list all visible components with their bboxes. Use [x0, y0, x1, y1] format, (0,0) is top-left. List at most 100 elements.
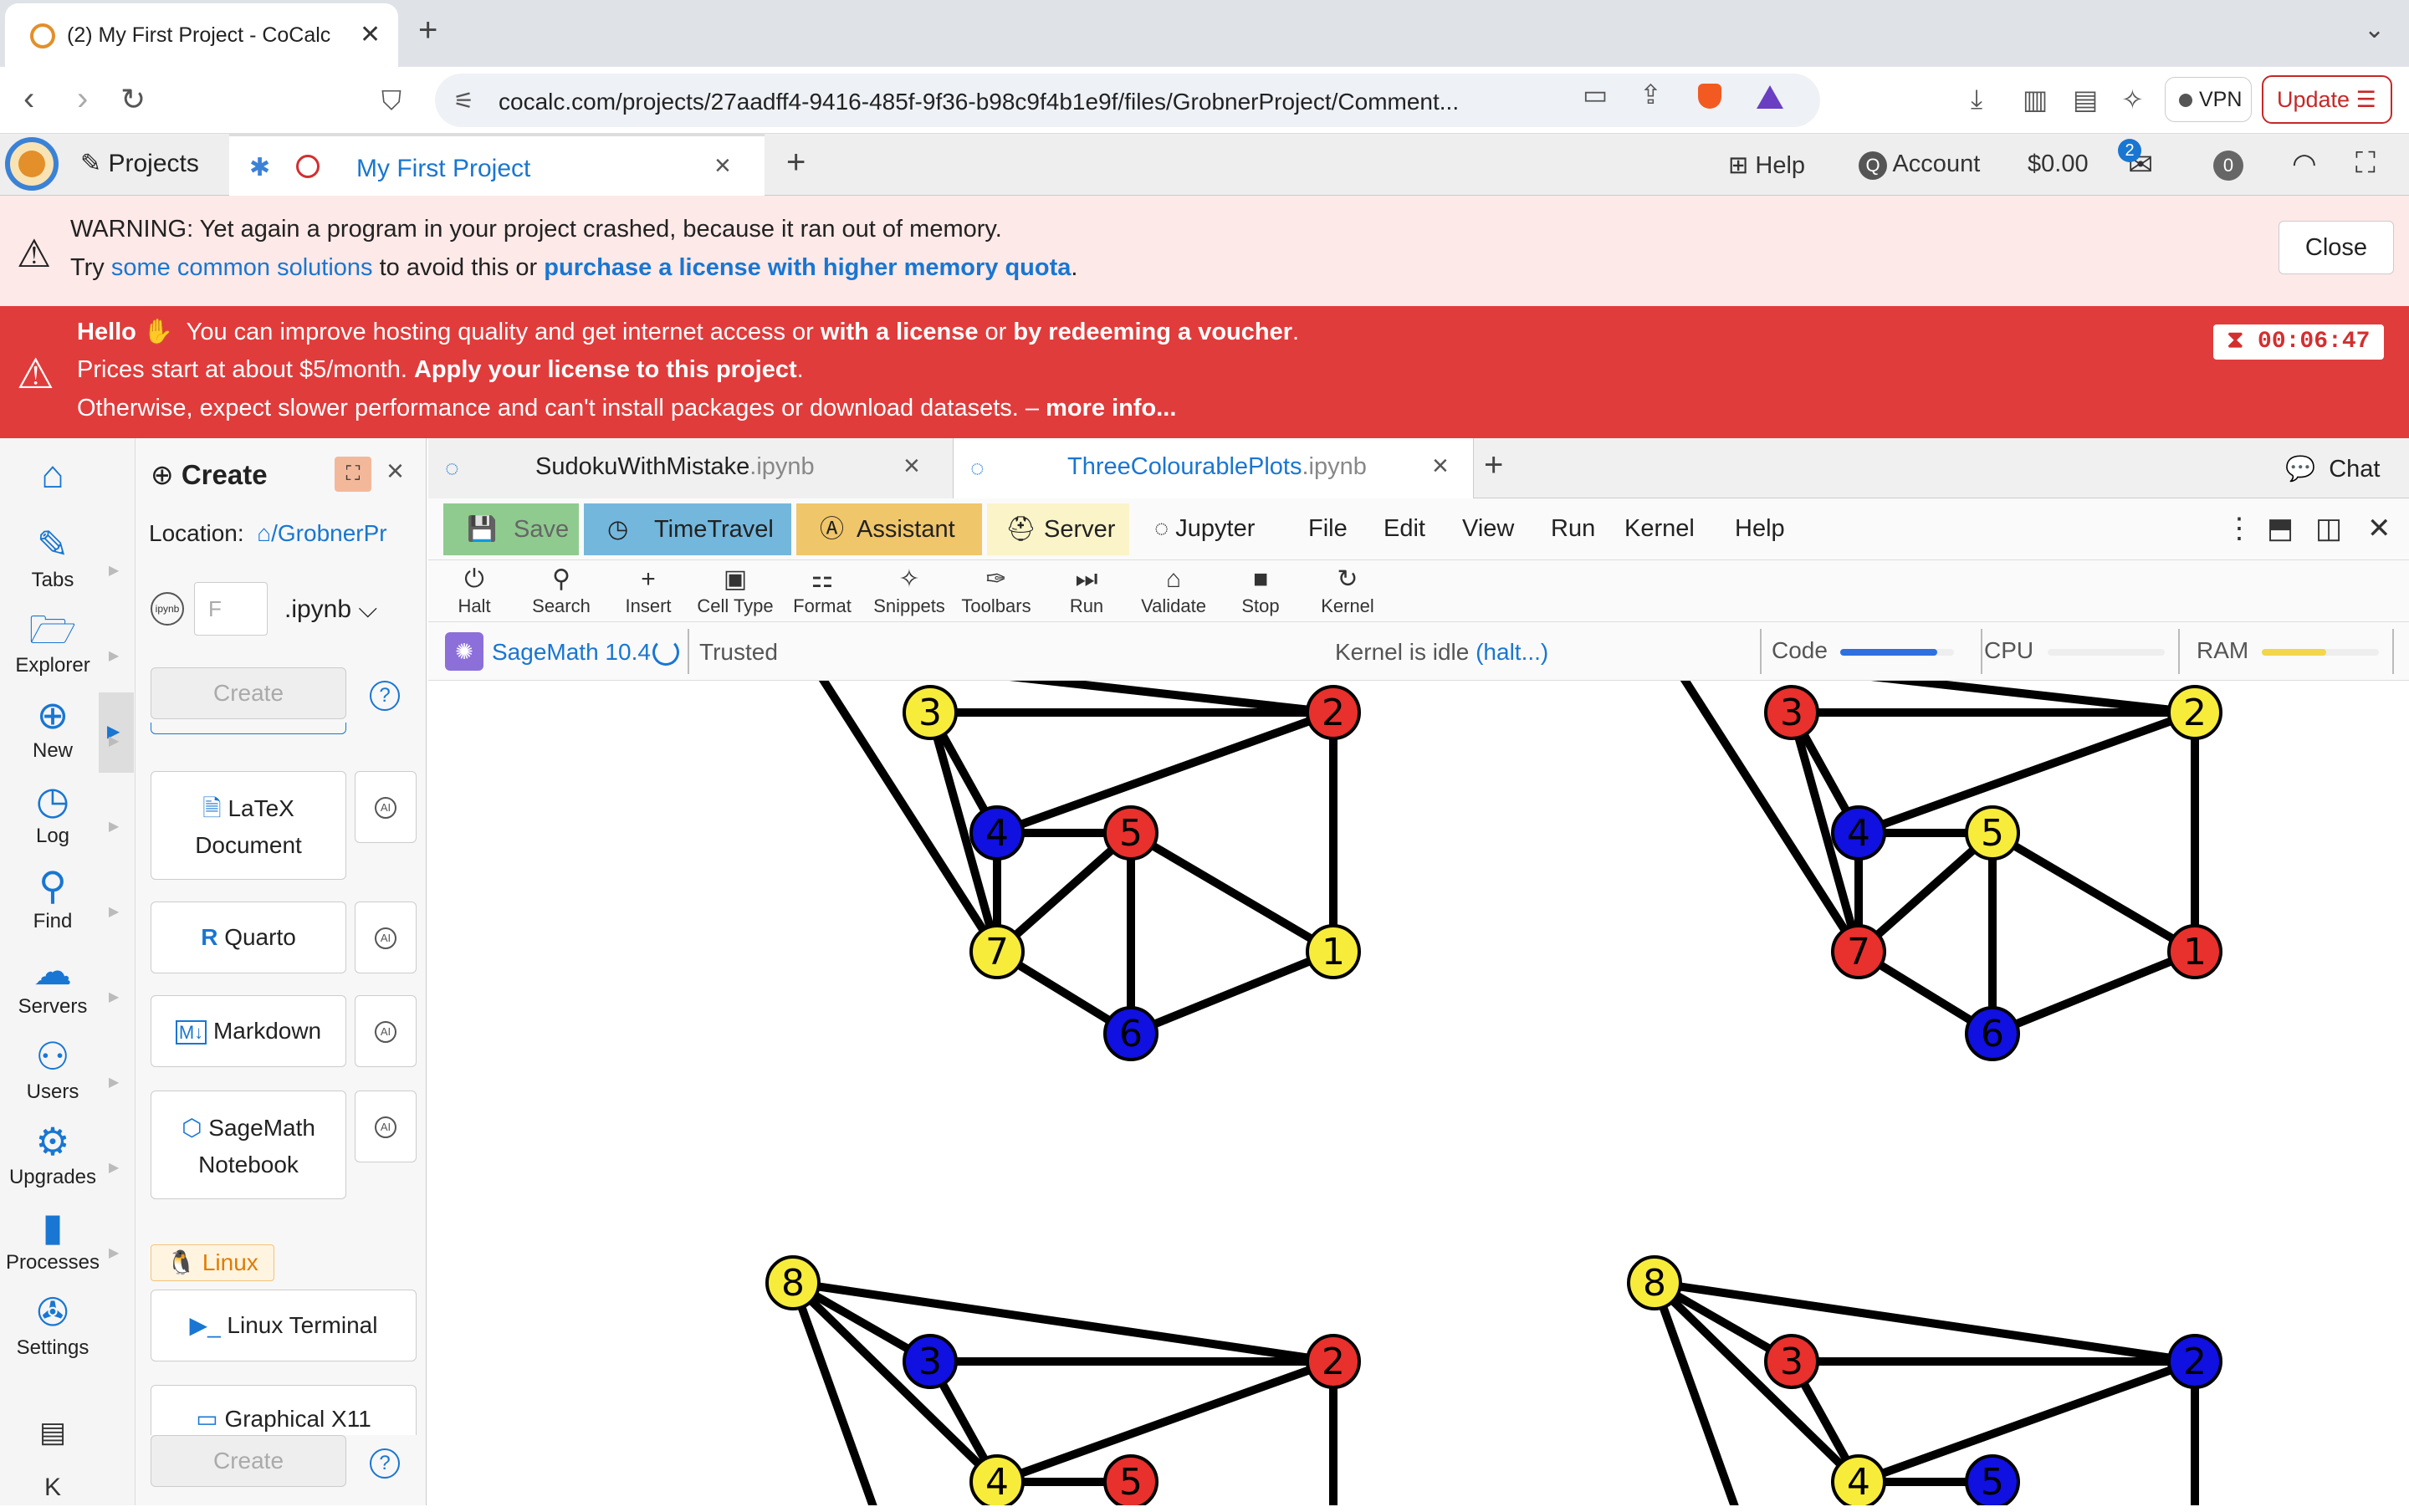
- help-icon[interactable]: ?: [370, 1448, 400, 1479]
- reload-icon[interactable]: ↻: [120, 82, 146, 117]
- save-button[interactable]: 💾 Save: [443, 503, 579, 555]
- close-button[interactable]: Close: [2279, 221, 2394, 274]
- rail-expand-arrow-icon[interactable]: ▶: [109, 562, 119, 579]
- chat-button[interactable]: 💬 Chat: [2285, 455, 2381, 483]
- wallet-icon[interactable]: ▤: [2073, 84, 2098, 115]
- layout-toggle[interactable]: ▤: [0, 1408, 105, 1457]
- create-button[interactable]: Create: [151, 667, 346, 719]
- rail-item-find[interactable]: ⚲ Find: [0, 861, 105, 933]
- back-icon[interactable]: ‹: [23, 80, 34, 118]
- extension-select[interactable]: .ipynb ⌵: [284, 595, 377, 624]
- close-panel-icon[interactable]: ×: [386, 453, 404, 488]
- zero-badge[interactable]: 0: [2213, 151, 2243, 181]
- redeem-voucher-link[interactable]: by redeeming a voucher: [1013, 319, 1292, 345]
- split-horizontal-icon[interactable]: ⬒: [2267, 512, 2294, 545]
- markdown-button[interactable]: M↓ Markdown: [151, 995, 346, 1067]
- stop-tool-button[interactable]: ■ Stop: [1215, 564, 1307, 617]
- chevron-down-icon[interactable]: ⌄: [2364, 15, 2385, 44]
- quarto-button[interactable]: R Quarto: [151, 902, 346, 973]
- close-tab-icon[interactable]: ×: [1432, 450, 1449, 483]
- rail-item-new[interactable]: ⊕ New: [0, 691, 105, 763]
- file-tab-threecolourable[interactable]: ◌ ThreeColourablePlots.ipynb ×: [954, 438, 1474, 498]
- share-icon[interactable]: ⇪: [1639, 79, 1662, 110]
- kernel-name[interactable]: SageMath 10.4: [492, 639, 651, 666]
- search-tool-button[interactable]: ⚲ Search: [515, 564, 607, 617]
- new-tab-icon[interactable]: +: [418, 12, 437, 49]
- close-frame-icon[interactable]: ✕: [2367, 512, 2391, 545]
- rail-expand-arrow-icon[interactable]: ▶: [109, 733, 119, 749]
- help-icon[interactable]: ?: [370, 681, 400, 711]
- common-solutions-link[interactable]: some common solutions: [111, 254, 373, 281]
- filename-input[interactable]: F: [194, 582, 268, 636]
- linux-terminal-button[interactable]: ▶_ Linux Terminal: [151, 1290, 417, 1361]
- purchase-license-link[interactable]: purchase a license with higher memory qu…: [544, 254, 1071, 281]
- halt-link[interactable]: (halt...): [1476, 639, 1548, 665]
- add-project-tab-icon[interactable]: +: [786, 144, 806, 181]
- collapse-sidebar[interactable]: K: [0, 1463, 105, 1512]
- help-menu[interactable]: Help: [1735, 515, 1785, 543]
- toolbars-tool-button[interactable]: ✑ Toolbars: [950, 564, 1042, 617]
- browser-tab[interactable]: (2) My First Project - CoCalc ✕: [5, 3, 398, 67]
- site-info-icon[interactable]: ⚟: [453, 87, 474, 115]
- download-icon[interactable]: ⤓: [1971, 84, 1982, 115]
- close-project-icon[interactable]: ×: [714, 150, 731, 182]
- more-vertical-icon[interactable]: ⋮: [2225, 512, 2253, 545]
- rail-item-tabs[interactable]: ✎ Tabs: [0, 520, 105, 592]
- server-button[interactable]: ⛑ Server: [987, 503, 1129, 555]
- more-info-link[interactable]: more info...: [1046, 395, 1176, 421]
- trusted-status[interactable]: Trusted: [699, 639, 778, 666]
- project-tab[interactable]: ✱ My First Project ×: [229, 134, 765, 196]
- rail-expand-arrow-icon[interactable]: ▶: [109, 988, 119, 1005]
- brave-rewards-icon[interactable]: [1757, 85, 1783, 109]
- with-license-link[interactable]: with a license: [821, 319, 979, 345]
- insert-tool-button[interactable]: + Insert: [602, 564, 694, 617]
- run-tool-button[interactable]: ⏭ Run: [1041, 564, 1133, 617]
- cell-type-tool-button[interactable]: ▣ Cell Type: [689, 564, 781, 617]
- rail-expand-arrow-icon[interactable]: ▶: [109, 1244, 119, 1261]
- ai-markdown-button[interactable]: AI: [355, 995, 417, 1067]
- apply-license-link[interactable]: Apply your license to this project: [414, 356, 797, 383]
- location-path-link[interactable]: ⌂/GrobnerPr: [257, 520, 386, 546]
- edit-menu[interactable]: Edit: [1384, 515, 1425, 543]
- ai-latex-button[interactable]: AI: [355, 771, 417, 843]
- wifi-icon[interactable]: ◠: [2292, 147, 2317, 181]
- leo-ai-icon[interactable]: ✧: [2121, 84, 2144, 115]
- balance[interactable]: $0.00: [2028, 151, 2089, 178]
- rail-item-log[interactable]: ◷ Log: [0, 776, 105, 848]
- rail-item-settings[interactable]: ✇ Settings: [0, 1288, 105, 1360]
- close-tab-icon[interactable]: ✕: [360, 20, 381, 49]
- validate-tool-button[interactable]: ⌂ Validate: [1128, 564, 1220, 617]
- file-tab-sudoku[interactable]: ◌ SudokuWithMistake.ipynb ×: [428, 438, 954, 498]
- kernel-menu[interactable]: Kernel: [1624, 515, 1695, 543]
- brave-shield-icon[interactable]: [1698, 84, 1721, 109]
- forward-icon[interactable]: ›: [77, 80, 88, 118]
- cast-icon[interactable]: ▭: [1583, 79, 1608, 110]
- rail-item-users[interactable]: ⚇ Users: [0, 1032, 105, 1104]
- rail-expand-arrow-icon[interactable]: ▶: [109, 1074, 119, 1091]
- update-button[interactable]: Update ☰: [2262, 75, 2392, 124]
- rail-item-explorer[interactable]: 🗁 Explorer: [0, 605, 105, 677]
- format-tool-button[interactable]: ⚏ Format: [776, 564, 868, 617]
- home-button[interactable]: ⌂: [0, 450, 105, 498]
- close-tab-icon[interactable]: ×: [903, 450, 920, 483]
- rail-expand-arrow-icon[interactable]: ▶: [109, 818, 119, 835]
- notebook-output[interactable]: 3 2 4 5 7 1 6 3 2 4 5 7 1 6 8 3 2 4 5 8 3 2 4 5: [428, 681, 2409, 1505]
- split-vertical-icon[interactable]: ◫: [2315, 512, 2342, 545]
- account-button[interactable]: Q Account: [1859, 151, 1980, 180]
- projects-button[interactable]: ✎ Projects: [80, 149, 199, 178]
- sidebar-icon[interactable]: ▥: [2023, 84, 2048, 115]
- new-file-tab-icon[interactable]: +: [1484, 447, 1503, 484]
- rail-item-processes[interactable]: ▮ Processes: [0, 1203, 105, 1274]
- snippets-tool-button[interactable]: ✧ Snippets: [863, 564, 955, 617]
- rail-expand-arrow-icon[interactable]: ▶: [109, 647, 119, 664]
- kernel-tool-button[interactable]: ↻ Kernel: [1302, 564, 1394, 617]
- rail-expand-arrow-icon[interactable]: ▶: [109, 903, 119, 920]
- halt-tool-button[interactable]: ⏻ Halt: [428, 564, 520, 617]
- create-button-bottom[interactable]: Create: [151, 1435, 346, 1487]
- expand-icon[interactable]: ⛶: [335, 457, 371, 492]
- file-menu[interactable]: File: [1308, 515, 1348, 543]
- assistant-button[interactable]: Ⓐ Assistant: [796, 503, 982, 555]
- ai-sagemath-button[interactable]: AI: [355, 1091, 417, 1162]
- cocalc-logo[interactable]: [5, 137, 59, 191]
- rail-item-servers[interactable]: ☁ Servers: [0, 947, 105, 1019]
